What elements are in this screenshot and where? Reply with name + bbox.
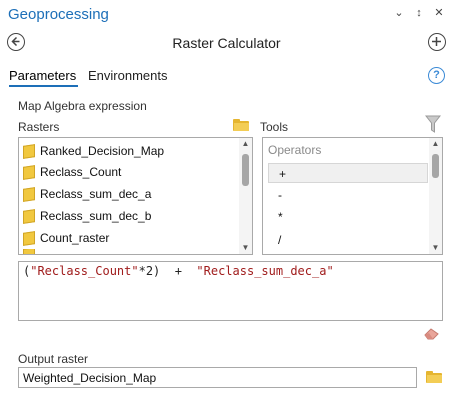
operator-item-divide[interactable]: / xyxy=(268,230,428,250)
output-raster-field[interactable] xyxy=(18,367,417,388)
operator-item-minus[interactable]: - xyxy=(268,185,428,205)
rasters-list[interactable]: Ranked_Decision_Map Reclass_Count Reclas… xyxy=(18,137,253,255)
scroll-down-arrow-icon[interactable]: ▼ xyxy=(429,242,442,254)
raster-layer-icon xyxy=(23,249,35,254)
pane-menu-chevron-icon[interactable]: ⌄ xyxy=(393,6,405,20)
active-tab-indicator xyxy=(9,85,78,87)
raster-layer-icon xyxy=(23,186,35,202)
raster-list-item[interactable]: Reclass_Count xyxy=(23,162,121,182)
output-raster-label: Output raster xyxy=(18,352,89,366)
tab-parameters[interactable]: Parameters xyxy=(9,68,76,83)
rasters-scrollbar[interactable]: ▲ ▼ xyxy=(239,138,252,254)
map-algebra-label: Map Algebra expression xyxy=(18,99,147,113)
tool-title: Raster Calculator xyxy=(172,35,281,51)
raster-item-label: Count_raster xyxy=(40,231,110,245)
operators-list[interactable]: Operators + - * / ▲ ▼ xyxy=(262,137,443,255)
raster-list-item[interactable]: Count_raster xyxy=(23,228,109,248)
raster-layer-icon xyxy=(23,143,35,159)
pane-title: Geoprocessing xyxy=(8,6,109,23)
raster-item-label: Reclass_Count xyxy=(40,165,122,179)
add-plus-icon xyxy=(432,37,441,46)
tab-environments[interactable]: Environments xyxy=(88,68,167,83)
operator-item-plus[interactable]: + xyxy=(268,163,428,183)
pane-pin-icon[interactable]: ↕ xyxy=(413,6,425,20)
scroll-up-arrow-icon[interactable]: ▲ xyxy=(239,138,252,150)
raster-item-label: Ranked_Decision_Map xyxy=(40,144,165,158)
scroll-up-arrow-icon[interactable]: ▲ xyxy=(429,138,442,150)
expr-term-1: "Reclass_Count" xyxy=(30,264,139,278)
raster-layer-icon xyxy=(23,208,35,224)
output-browse-folder-icon[interactable] xyxy=(426,371,442,383)
help-icon[interactable]: ? xyxy=(428,67,445,84)
operator-item-multiply[interactable]: * xyxy=(268,207,428,227)
raster-layer-icon xyxy=(23,164,35,180)
pane-close-icon[interactable]: ✕ xyxy=(433,6,445,20)
expression-editor[interactable]: ("Reclass_Count"*2) + "Reclass_sum_dec_a… xyxy=(18,261,443,321)
scroll-thumb[interactable] xyxy=(242,154,249,186)
operators-scrollbar[interactable]: ▲ ▼ xyxy=(429,138,442,254)
browse-folder-icon[interactable] xyxy=(233,119,249,131)
raster-list-item[interactable]: Reclass_sum_dec_a xyxy=(23,184,151,204)
operators-header: Operators xyxy=(268,143,322,157)
raster-list-item-partial[interactable] xyxy=(23,249,35,254)
expr-operator: *2) + xyxy=(138,264,197,278)
tools-label: Tools xyxy=(260,120,289,134)
eraser-icon[interactable] xyxy=(424,328,439,340)
raster-list-item[interactable]: Reclass_sum_dec_b xyxy=(23,206,151,226)
add-button[interactable] xyxy=(428,33,446,51)
rasters-label: Rasters xyxy=(18,120,60,134)
scroll-down-arrow-icon[interactable]: ▼ xyxy=(239,242,252,254)
raster-list-item[interactable]: Ranked_Decision_Map xyxy=(23,141,164,161)
raster-layer-icon xyxy=(23,230,35,246)
expr-term-2: "Reclass_sum_dec_a" xyxy=(196,264,334,278)
scroll-thumb[interactable] xyxy=(432,154,439,178)
raster-item-label: Reclass_sum_dec_a xyxy=(40,187,152,201)
filter-icon[interactable] xyxy=(425,114,441,134)
pane-controls: ⌄ ↕ ✕ xyxy=(393,6,445,20)
raster-item-label: Reclass_sum_dec_b xyxy=(40,209,152,223)
